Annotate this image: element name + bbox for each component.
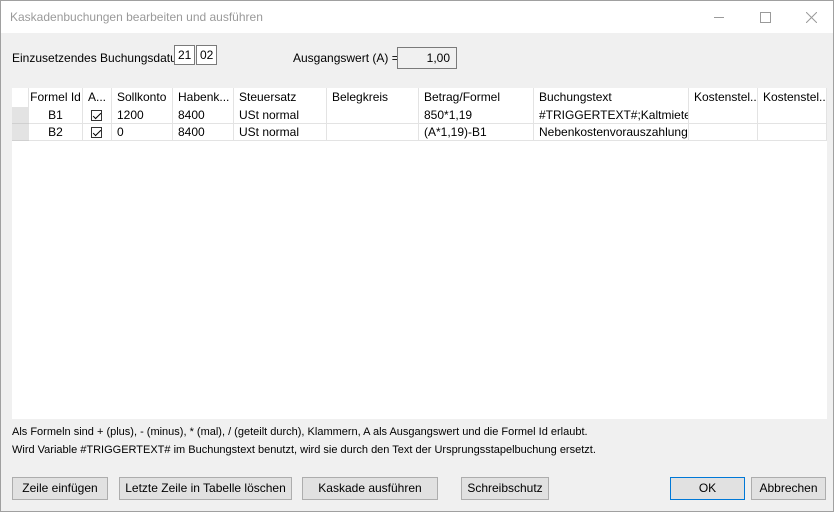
cell-buchungstext[interactable]: Nebenkostenvorauszahlung	[534, 124, 689, 141]
cell-habenkonto[interactable]: 8400	[173, 107, 234, 124]
header-kostenstelle-2[interactable]: Kostenstel...	[758, 88, 827, 107]
close-button[interactable]	[788, 1, 834, 33]
info-text-triggertext: Wird Variable #TRIGGERTEXT# im Buchungst…	[12, 444, 596, 456]
cell-kostenstelle-1[interactable]	[689, 107, 758, 124]
row-selector[interactable]	[12, 107, 29, 124]
header-steuersatz[interactable]: Steuersatz	[234, 88, 327, 107]
window-title: Kaskadenbuchungen bearbeiten und ausführ…	[10, 10, 263, 24]
title-bar: Kaskadenbuchungen bearbeiten und ausführ…	[1, 1, 833, 33]
date-label: Einzusetzendes Buchungsdatum:	[12, 51, 191, 65]
cell-kostenstelle-1[interactable]	[689, 124, 758, 141]
cell-formel-id[interactable]: B1	[29, 107, 83, 124]
header-buchungstext[interactable]: Buchungstext	[534, 88, 689, 107]
formula-table[interactable]: Formel Id A... Sollkonto Habenk... Steue…	[12, 88, 827, 419]
cell-formel-id[interactable]: B2	[29, 124, 83, 141]
cell-habenkonto[interactable]: 8400	[173, 124, 234, 141]
ausgangswert-field[interactable]: 1,00	[397, 47, 457, 69]
cell-sollkonto[interactable]: 0	[112, 124, 173, 141]
info-text-formulas: Als Formeln sind + (plus), - (minus), * …	[12, 426, 588, 438]
header-sollkonto[interactable]: Sollkonto	[112, 88, 173, 107]
ausgangswert-label: Ausgangswert (A) =	[293, 51, 399, 65]
header-active[interactable]: A...	[83, 88, 112, 107]
header-belegkreis[interactable]: Belegkreis	[327, 88, 419, 107]
cell-steuersatz[interactable]: USt normal	[234, 124, 327, 141]
cell-betrag-formel[interactable]: 850*1,19	[419, 107, 534, 124]
cancel-button[interactable]: Abbrechen	[751, 477, 826, 500]
run-cascade-button[interactable]: Kaskade ausführen	[302, 477, 438, 500]
cell-belegkreis[interactable]	[327, 124, 419, 141]
cell-betrag-formel[interactable]: (A*1,19)-B1	[419, 124, 534, 141]
close-icon	[805, 11, 817, 23]
cell-kostenstelle-2[interactable]	[758, 124, 827, 141]
delete-last-row-button[interactable]: Letzte Zeile in Tabelle löschen	[119, 477, 292, 500]
header-formel-id[interactable]: Formel Id	[29, 88, 83, 107]
write-protect-button[interactable]: Schreibschutz	[461, 477, 549, 500]
active-checkbox[interactable]	[91, 127, 102, 138]
insert-row-button[interactable]: Zeile einfügen	[12, 477, 108, 500]
minimize-icon	[714, 16, 724, 18]
ok-button[interactable]: OK	[670, 477, 745, 500]
date-day-field[interactable]: 21	[174, 45, 195, 65]
maximize-button[interactable]	[742, 1, 788, 33]
cell-active[interactable]	[83, 107, 112, 124]
cell-steuersatz[interactable]: USt normal	[234, 107, 327, 124]
header-betrag-formel[interactable]: Betrag/Formel	[419, 88, 534, 107]
header-corner	[12, 88, 29, 107]
cell-buchungstext[interactable]: #TRIGGERTEXT#;Kaltmiete	[534, 107, 689, 124]
dialog-window: Kaskadenbuchungen bearbeiten und ausführ…	[0, 0, 834, 512]
cell-active[interactable]	[83, 124, 112, 141]
cell-belegkreis[interactable]	[327, 107, 419, 124]
header-habenkonto[interactable]: Habenk...	[173, 88, 234, 107]
row-selector[interactable]	[12, 124, 29, 141]
cell-kostenstelle-2[interactable]	[758, 107, 827, 124]
maximize-icon	[759, 11, 771, 23]
active-checkbox[interactable]	[91, 110, 102, 121]
header-kostenstelle-1[interactable]: Kostenstel...	[689, 88, 758, 107]
cell-sollkonto[interactable]: 1200	[112, 107, 173, 124]
minimize-button[interactable]	[696, 1, 742, 33]
date-month-field[interactable]: 02	[196, 45, 217, 65]
